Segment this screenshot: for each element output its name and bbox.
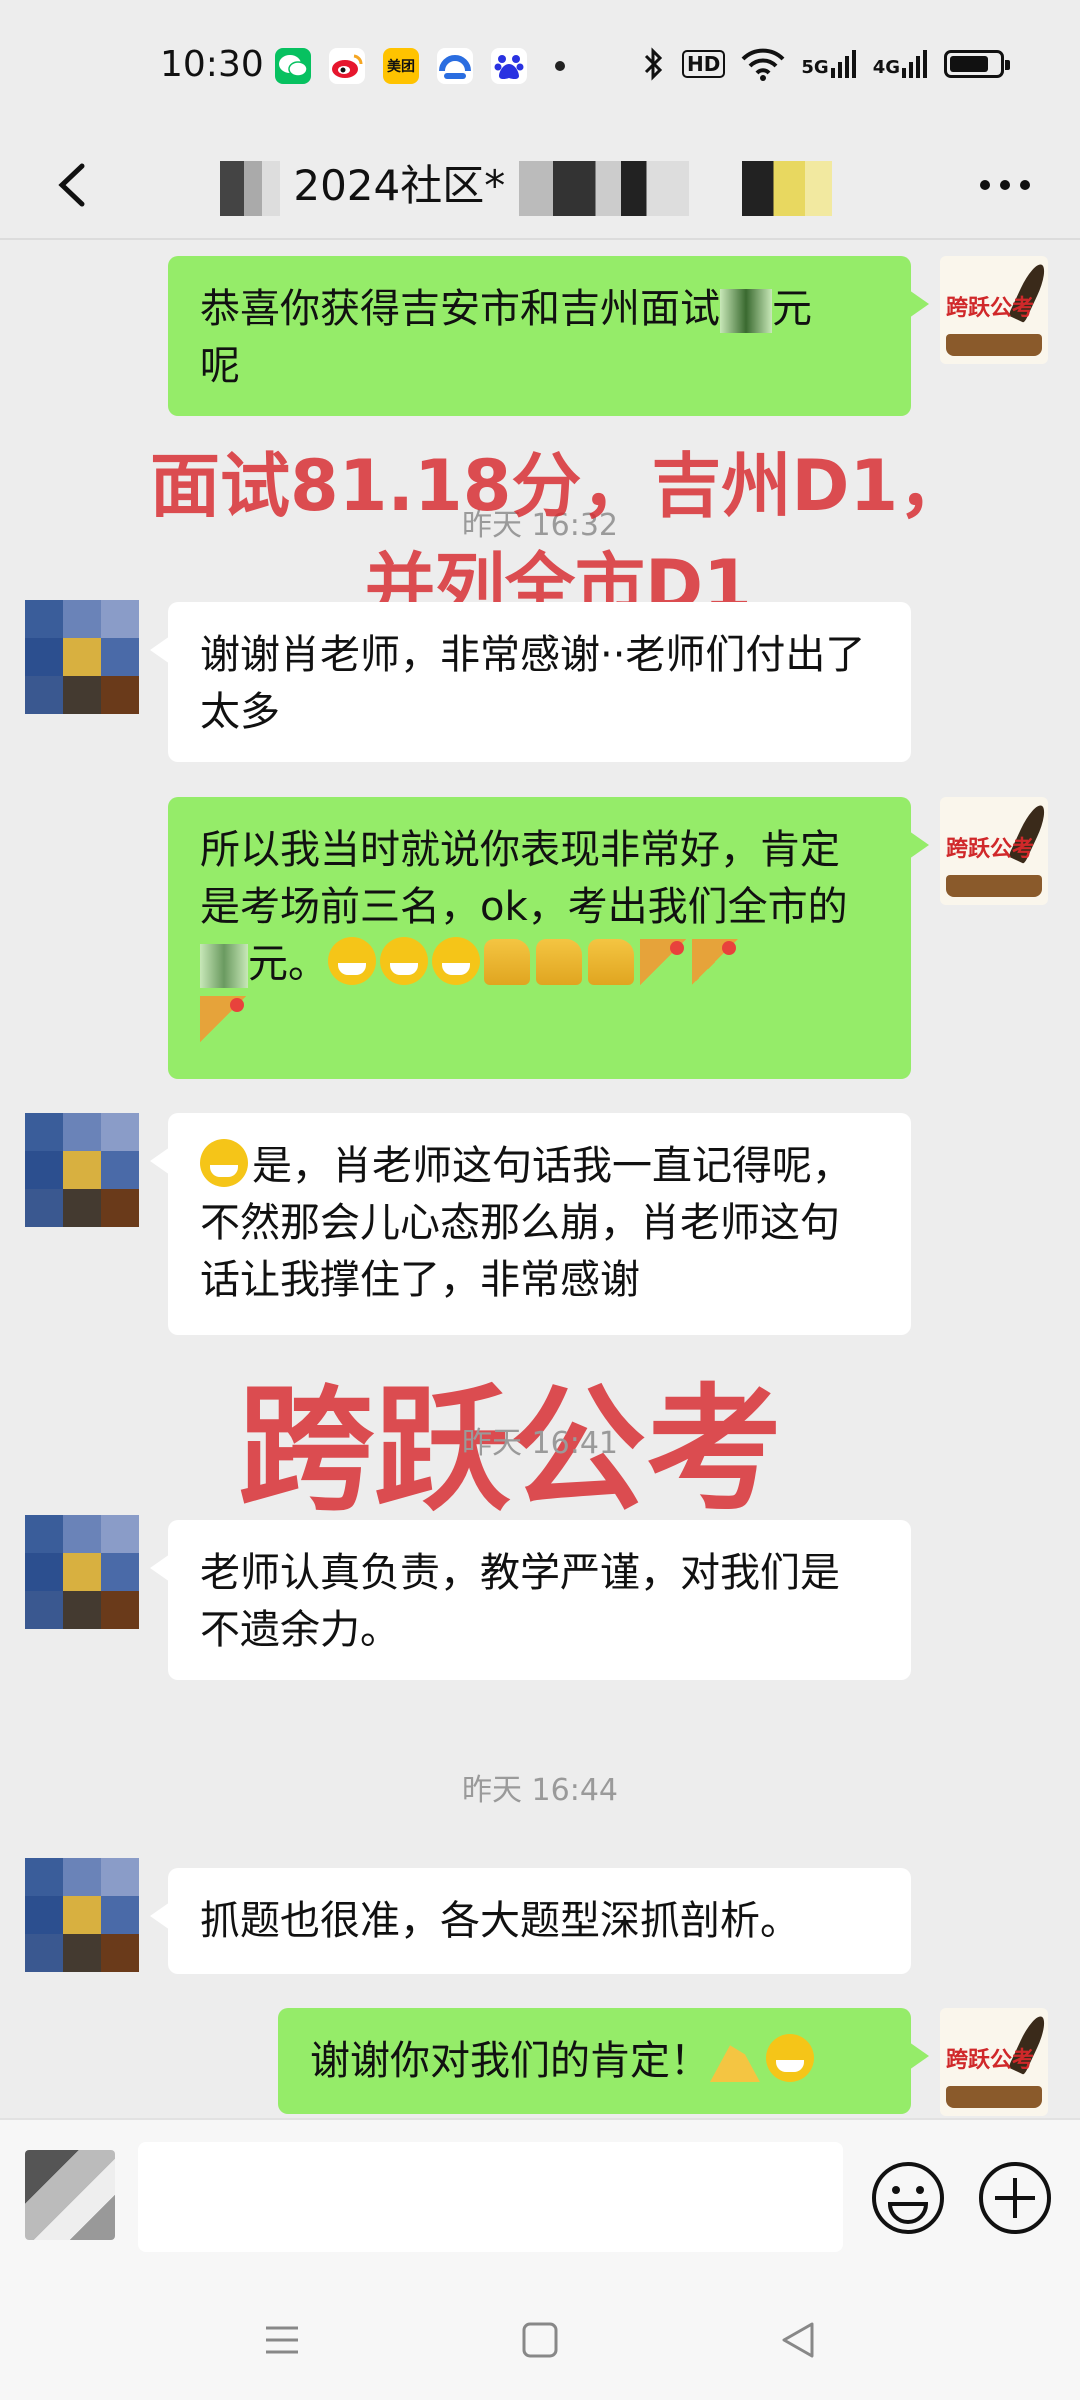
avatar-me-label: 跨跃公考 [946, 295, 1035, 321]
header-divider [0, 238, 1080, 240]
message-text-suffix: 元 [772, 286, 812, 332]
grin-emoji-icon [328, 937, 376, 985]
message-bubble-me[interactable]: 谢谢你对我们的肯定！ [278, 2008, 929, 2114]
grin-emoji-icon [766, 2034, 814, 2082]
more-dot [1020, 180, 1030, 190]
bluetooth-icon [644, 47, 663, 81]
back-nav-button[interactable] [768, 2310, 828, 2370]
plus-button[interactable] [977, 2160, 1053, 2236]
back-button[interactable] [40, 150, 110, 220]
status-time: 10:30 [160, 44, 264, 85]
watermark-score-line1: 面试81.18分，吉州D1， [150, 445, 969, 527]
weibo-icon [329, 48, 365, 84]
message-input[interactable] [138, 2142, 843, 2252]
battery-fill [950, 56, 989, 72]
blur-mask [518, 161, 689, 216]
clap-hands-icon [710, 2045, 760, 2082]
message-bubble-me[interactable]: 恭喜你获得吉安市和吉州面试 元 呢 [168, 256, 929, 416]
status-system-icons: HD 5G 4G [642, 46, 1010, 82]
message-text: 是，肖老师这句话我一直记得呢，不然那会儿心态那么崩，肖老师这句话让我撑住了，非常… [200, 1143, 852, 1303]
status-app-icons: 美团 [275, 48, 565, 84]
chat-title: 2024社区* [220, 152, 832, 216]
blur-mask [741, 161, 832, 216]
chat-title-text: 2024社区* [293, 161, 506, 210]
wifi-icon [741, 48, 785, 81]
message-text-line2: 呢 [200, 343, 240, 389]
avatar-them[interactable] [25, 1858, 139, 1972]
message-bubble-them[interactable]: 老师认真负责，教学严谨，对我们是不遗余力。 [150, 1520, 911, 1680]
voice-icon [25, 2150, 115, 2240]
message-text: 恭喜你获得吉安市和吉州面试 [200, 286, 720, 332]
hd-badge: HD [682, 50, 726, 78]
plus-icon [979, 2162, 1051, 2234]
emoji-icon [872, 2162, 944, 2234]
avatar-me[interactable]: 跨跃公考 [940, 797, 1048, 905]
signal-4g: 4G [873, 50, 928, 78]
party-popper-icon [640, 939, 686, 985]
system-nav-bar [0, 2288, 1080, 2400]
grin-emoji-icon [200, 1139, 248, 1187]
avatar-me-label: 跨跃公考 [946, 2047, 1035, 2073]
baidu-icon [491, 48, 527, 84]
book-icon [946, 875, 1042, 897]
more-dot [980, 180, 990, 190]
meituan-icon: 美团 [383, 48, 419, 84]
message-text: 所以我当时就说你表现非常好，肯定是考场前三名，ok，考出我们全市的 [200, 827, 848, 930]
app-blue-icon [437, 48, 473, 84]
message-text: 谢谢你对我们的肯定！ [310, 2038, 710, 2084]
avatar-me[interactable]: 跨跃公考 [940, 256, 1048, 364]
thumbs-up-icon [536, 939, 582, 985]
thumbs-up-icon [588, 939, 634, 985]
voice-button[interactable] [25, 2150, 115, 2240]
blur-mask [200, 944, 248, 988]
back-icon [58, 163, 85, 207]
avatar-me-label: 跨跃公考 [946, 836, 1035, 862]
avatar-me[interactable]: 跨跃公考 [940, 2008, 1048, 2116]
message-text: 老师认真负责，教学严谨，对我们是不遗余力。 [200, 1550, 840, 1653]
book-icon [946, 2086, 1042, 2108]
avatar-them[interactable] [25, 1113, 139, 1227]
more-button[interactable] [970, 160, 1040, 210]
back-nav-icon [782, 2322, 814, 2358]
status-bar: 10:30 美团 HD 5G 4G [0, 0, 1080, 130]
wechat-icon [275, 48, 311, 84]
emoji-button[interactable] [870, 2160, 946, 2236]
book-icon [946, 334, 1042, 356]
message-text: 谢谢肖老师，非常感谢··老师们付出了太多 [200, 632, 866, 735]
input-bar [0, 2118, 1080, 2290]
menu-icon [266, 2326, 298, 2354]
message-text: 抓题也很准，各大题型深抓剖析。 [200, 1898, 800, 1944]
signal-5g: 5G [801, 50, 856, 78]
thumbs-up-icon [484, 939, 530, 985]
chat-header: 2024社区* [0, 130, 1080, 240]
blur-mask [720, 289, 772, 333]
message-bubble-me[interactable]: 所以我当时就说你表现非常好，肯定是考场前三名，ok，考出我们全市的元。 [168, 797, 929, 1079]
party-popper-icon [692, 939, 738, 985]
blur-mask [220, 161, 280, 216]
home-button[interactable] [510, 2310, 570, 2370]
grin-emoji-icon [380, 937, 428, 985]
message-bubble-them[interactable]: 抓题也很准，各大题型深抓剖析。 [150, 1868, 911, 1974]
message-text-suffix: 元。 [248, 941, 328, 987]
avatar-them[interactable] [25, 1515, 139, 1629]
timestamp: 昨天 16:41 [462, 1426, 618, 1461]
grin-emoji-icon [432, 937, 480, 985]
home-icon [522, 2322, 558, 2358]
more-dot [1000, 180, 1010, 190]
message-bubble-them[interactable]: 谢谢肖老师，非常感谢··老师们付出了太多 [150, 602, 911, 762]
notification-dot [555, 61, 565, 71]
timestamp: 昨天 16:44 [462, 1773, 618, 1808]
party-popper-icon [200, 996, 246, 1042]
message-bubble-them[interactable]: 是，肖老师这句话我一直记得呢，不然那会儿心态那么崩，肖老师这句话让我撑住了，非常… [150, 1113, 911, 1335]
menu-button[interactable] [252, 2310, 312, 2370]
avatar-them[interactable] [25, 600, 139, 714]
battery-icon [944, 50, 1010, 78]
